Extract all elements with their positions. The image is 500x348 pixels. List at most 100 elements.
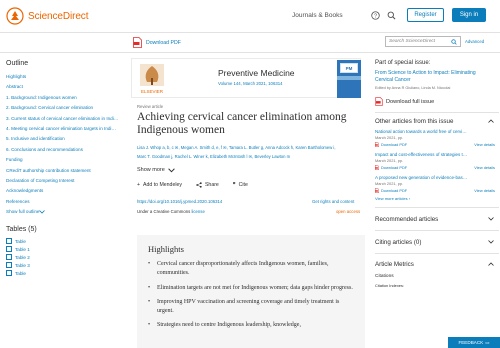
- article-metrics-title: Article Metrics: [375, 260, 414, 268]
- other-article-title[interactable]: Impact and cost-effectiveness of strateg…: [375, 152, 495, 157]
- outline-item[interactable]: 2. Background: Cervical cancer eliminati…: [6, 103, 124, 113]
- share-icon: [196, 182, 202, 188]
- outline-item[interactable]: Funding: [6, 155, 124, 165]
- outline-list: Highlights Abstract 1. Background: Indig…: [6, 72, 128, 207]
- doi-link[interactable]: https://doi.org/10.1016/j.ypmed.2020.106…: [137, 199, 222, 204]
- cite-button[interactable]: ❞ Cite: [233, 182, 248, 188]
- other-article-date: March 2021, pp.: [375, 181, 404, 186]
- special-issue-link[interactable]: From Science to Action to Impact: Elimin…: [375, 70, 493, 84]
- outline-item[interactable]: Abstract: [6, 82, 124, 92]
- feedback-label: FEEDBACK: [458, 340, 484, 345]
- other-articles-title: Other articles from this issue: [375, 117, 454, 125]
- open-access-badge: open access: [336, 209, 361, 214]
- download-full-issue-button[interactable]: Download full issue: [375, 97, 500, 106]
- elsevier-tree-icon: [6, 7, 24, 25]
- journal-volume[interactable]: Volume 144, March 2021, 106314: [218, 81, 283, 86]
- list-item: A proposed new generation of evidence-ba…: [375, 175, 495, 193]
- citing-articles-title: Citing articles (0): [375, 238, 422, 246]
- other-article-title[interactable]: A proposed new generation of evidence-ba…: [375, 175, 495, 180]
- table-icon: [6, 262, 12, 269]
- journal-title[interactable]: Preventive Medicine: [218, 68, 295, 78]
- view-details-link[interactable]: View details: [474, 142, 495, 147]
- pdf-icon: [375, 97, 383, 106]
- download-pdf-button[interactable]: Download PDF: [133, 37, 181, 48]
- sign-in-button[interactable]: Sign in: [452, 8, 486, 22]
- outline-item[interactable]: Acknowledgments: [6, 186, 124, 196]
- journal-cover-image[interactable]: PM: [337, 60, 361, 98]
- right-sidebar: Part of special issue: From Science to A…: [369, 54, 500, 348]
- outline-item[interactable]: CRediT authorship contribution statement: [6, 166, 124, 176]
- outline-item[interactable]: 5. Inclusive and identification: [6, 134, 124, 144]
- other-article-date: March 2021, pp.: [375, 135, 404, 140]
- recommended-articles-header[interactable]: Recommended articles: [369, 208, 500, 230]
- author-line[interactable]: Marc T. Goodman j, Rachel L. Winer k, El…: [137, 153, 363, 162]
- chevron-right-icon: ›: [408, 196, 411, 201]
- pdf-icon: [375, 142, 379, 147]
- other-article-pdf-label: Download PDF: [381, 165, 408, 170]
- chevron-up-icon: [488, 262, 494, 266]
- chat-icon: ▭: [485, 339, 490, 345]
- search-icon[interactable]: [451, 38, 457, 45]
- cover-text: PM: [340, 63, 358, 73]
- table-link[interactable]: Table 1: [6, 245, 128, 253]
- table-icon: [6, 238, 12, 245]
- chevron-up-icon: [488, 119, 494, 123]
- journals-books-link[interactable]: Journals & Books: [292, 12, 343, 19]
- add-to-mendeley-button[interactable]: + Add to Mendeley: [137, 182, 182, 188]
- advanced-search-link[interactable]: Advanced: [465, 39, 484, 44]
- table-link[interactable]: Table 2: [6, 253, 128, 261]
- other-article-pdf-button[interactable]: Download PDF: [375, 142, 407, 147]
- other-article-pdf-label: Download PDF: [381, 142, 408, 147]
- show-full-outline-link[interactable]: Show full outline: [6, 209, 128, 214]
- table-link[interactable]: Table: [6, 269, 128, 277]
- highlight-item: • Elimination targets are not met for Ind…: [148, 284, 353, 293]
- help-icon[interactable]: ?: [370, 10, 380, 20]
- search-placeholder: Search ScienceDirect: [389, 39, 436, 44]
- article-title: Achieving cervical cancer elimination am…: [137, 111, 347, 136]
- other-article-pdf-button[interactable]: Download PDF: [375, 188, 407, 193]
- bullet-icon: •: [148, 284, 151, 291]
- search-input[interactable]: Search ScienceDirect: [385, 36, 461, 47]
- plus-icon: +: [137, 182, 141, 188]
- article-metrics-header[interactable]: Article Metrics: [369, 254, 500, 274]
- chevron-down-icon: [39, 209, 46, 214]
- add-to-mendeley-label: Add to Mendeley: [143, 182, 182, 188]
- register-button[interactable]: Register: [407, 8, 444, 22]
- outline-item[interactable]: 3. Current status of cervical cancer eli…: [6, 114, 124, 124]
- outline-item[interactable]: 6. Conclusions and recommendations: [6, 145, 124, 155]
- table-link[interactable]: Table: [6, 237, 128, 245]
- table-link-label: Table 3: [15, 262, 30, 268]
- table-link[interactable]: Table 3: [6, 261, 128, 269]
- outline-item[interactable]: 4. Meeting cervical cancer elimination t…: [6, 124, 124, 134]
- search-icon[interactable]: [386, 10, 396, 20]
- pdf-icon: [375, 188, 379, 193]
- sciencedirect-logo[interactable]: ScienceDirect: [6, 7, 88, 25]
- show-more-button[interactable]: Show more: [137, 167, 175, 173]
- view-details-link[interactable]: View details: [474, 188, 495, 193]
- license-link[interactable]: license: [191, 209, 204, 214]
- show-more-label: Show more: [137, 167, 165, 173]
- highlight-text: Strategies need to centre Indigenous lea…: [157, 322, 301, 329]
- outline-item[interactable]: 1. Background: Indigenous women: [6, 93, 124, 103]
- table-link-label: Table 1: [15, 246, 30, 252]
- other-article-pdf-button[interactable]: Download PDF: [375, 165, 407, 170]
- pdf-icon: [133, 37, 142, 48]
- outline-item[interactable]: References: [6, 197, 124, 207]
- share-button[interactable]: Share: [196, 182, 219, 188]
- svg-text:?: ?: [374, 13, 377, 19]
- feedback-button[interactable]: FEEDBACK ▭: [448, 337, 500, 348]
- list-item: Impact and cost-effectiveness of strateg…: [375, 152, 495, 170]
- citing-articles-header[interactable]: Citing articles (0): [369, 231, 500, 253]
- author-line[interactable]: Lisa J. Whop a, b, c ✉, Megan A. Smith d…: [137, 144, 363, 153]
- outline-title: Outline: [6, 60, 29, 67]
- outline-item[interactable]: Highlights: [6, 72, 124, 82]
- bullet-icon: •: [148, 322, 151, 329]
- rights-content-link[interactable]: Get rights and content: [312, 199, 354, 204]
- view-details-link[interactable]: View details: [474, 165, 495, 170]
- chevron-down-icon: [488, 217, 494, 221]
- other-articles-header[interactable]: Other articles from this issue: [369, 113, 500, 129]
- elsevier-logo[interactable]: ELSEVIER: [137, 62, 167, 96]
- outline-item[interactable]: Declaration of Competing Interest: [6, 176, 124, 186]
- other-article-title[interactable]: National action towards a world free of …: [375, 129, 495, 134]
- citation-indexes-label: Citation Indexes:: [375, 283, 404, 288]
